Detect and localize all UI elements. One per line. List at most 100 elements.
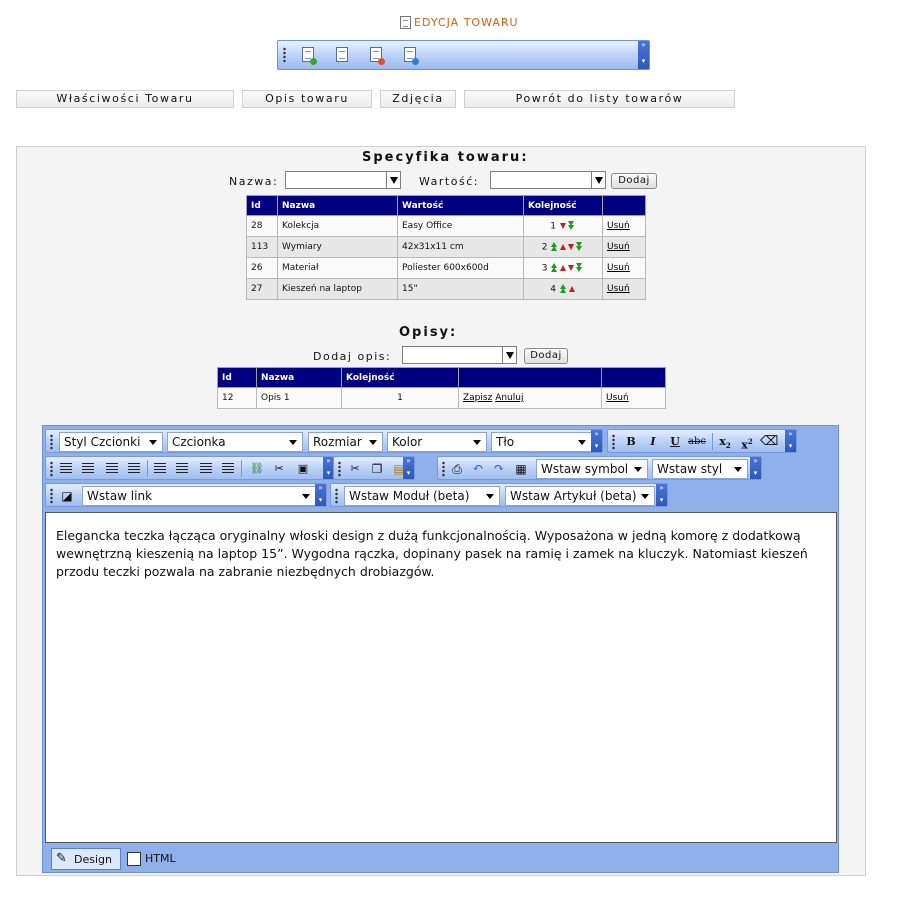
bullet-list-icon[interactable] <box>154 463 166 474</box>
move-bottom-icon[interactable] <box>567 220 575 231</box>
numbered-list-icon[interactable] <box>176 463 188 474</box>
delete-link[interactable]: Usuń <box>607 221 630 231</box>
superscript-icon[interactable]: x2 <box>738 433 756 452</box>
delete-link[interactable]: Usuń <box>607 242 630 252</box>
link-icon[interactable]: ⛓ <box>248 460 266 478</box>
undo-icon[interactable]: ↶ <box>469 460 487 478</box>
tab-design[interactable]: ✎ Design <box>51 848 121 870</box>
save-link[interactable]: Zapisz <box>463 393 492 403</box>
insert-symbol-select[interactable]: Wstaw symbol <box>536 459 648 479</box>
table-row: 27 Kieszeń na laptop 15" 4 Usuń <box>246 278 646 300</box>
align-justify-icon[interactable] <box>128 463 140 474</box>
move-down-icon[interactable] <box>559 222 566 229</box>
delete-link[interactable]: Usuń <box>607 263 630 273</box>
spec-value-select[interactable] <box>490 171 606 189</box>
template-icon[interactable]: ▦ <box>512 460 530 478</box>
insert-link-select[interactable]: Wstaw link <box>82 486 316 506</box>
toolbar-grip-icon[interactable] <box>50 434 53 450</box>
align-left-icon[interactable] <box>60 463 72 474</box>
toolbar-expand-icon[interactable]: » ▾ <box>750 457 761 479</box>
align-right-icon[interactable] <box>106 463 118 474</box>
bold-icon[interactable]: B <box>622 433 640 451</box>
cell-order: 2 <box>523 236 603 258</box>
tab-properties[interactable]: Właściwości Towaru <box>16 90 234 108</box>
color-select[interactable]: Kolor <box>387 432 487 452</box>
strikethrough-icon[interactable]: abc <box>686 433 708 451</box>
tab-photos[interactable]: Zdjęcia <box>380 90 456 108</box>
cell-id: 26 <box>246 257 278 279</box>
redo-icon[interactable]: ↷ <box>490 460 508 478</box>
move-down-icon[interactable] <box>568 243 575 250</box>
design-icon: ✎ <box>56 851 67 866</box>
spec-add-button[interactable]: Dodaj <box>611 173 657 189</box>
toolbar-grip-icon[interactable] <box>442 461 445 477</box>
delete-link[interactable]: Usuń <box>607 284 630 294</box>
desc-add-button[interactable]: Dodaj <box>524 348 568 364</box>
font-select[interactable]: Czcionka <box>167 432 303 452</box>
toolbar-expand-icon[interactable]: » ▾ <box>656 484 667 506</box>
indent-icon[interactable] <box>222 463 234 474</box>
tab-html[interactable]: HTML <box>123 848 187 870</box>
insert-style-select[interactable]: Wstaw styl <box>652 459 748 479</box>
spec-value-label: Wartość: <box>419 175 479 188</box>
italic-icon[interactable]: I <box>644 433 662 451</box>
page-title-text: EDYCJA TOWARU <box>414 15 519 29</box>
move-up-icon[interactable] <box>560 243 567 250</box>
toolbar-grip-icon[interactable] <box>283 47 286 63</box>
subscript-icon[interactable]: x2 <box>716 433 734 451</box>
toolbar-grip-icon[interactable] <box>50 461 53 477</box>
move-top-icon[interactable] <box>559 283 567 294</box>
cancel-link[interactable]: Anuluj <box>495 393 523 403</box>
edit-page-icon[interactable] <box>402 47 420 65</box>
font-style-select[interactable]: Styl Czcionki <box>59 432 163 452</box>
col-value: Wartość <box>397 195 524 216</box>
tab-description[interactable]: Opis towaru <box>242 90 372 108</box>
spec-name-select[interactable] <box>285 171 401 189</box>
image-icon[interactable]: ▣ <box>294 460 312 478</box>
toolbar-expand-icon[interactable]: » ▾ <box>638 41 649 69</box>
toolbar-grip-icon[interactable] <box>612 434 615 450</box>
move-down-icon[interactable] <box>568 264 575 271</box>
toolbar-expand-icon[interactable]: » ▾ <box>785 430 796 452</box>
clean-icon[interactable]: ◪ <box>58 487 76 505</box>
toolbar-grip-icon[interactable] <box>338 461 341 477</box>
toolbar-grip-icon[interactable] <box>335 488 338 504</box>
print-icon[interactable]: ⎙ <box>448 460 466 478</box>
copy-icon[interactable]: ❐ <box>368 460 386 478</box>
move-top-icon[interactable] <box>551 262 558 273</box>
insert-module-select[interactable]: Wstaw Moduł (beta) <box>344 486 500 506</box>
move-top-icon[interactable] <box>551 241 558 252</box>
cell-action: Usuń <box>602 278 646 300</box>
size-select[interactable]: Rozmiar <box>308 432 383 452</box>
delete-page-icon[interactable] <box>368 47 386 65</box>
tab-back-to-list[interactable]: Powrót do listy towarów <box>464 90 735 108</box>
editor-mode-bar: ✎ Design HTML <box>45 847 837 871</box>
toolbar-expand-icon[interactable]: » ▾ <box>403 457 414 479</box>
background-select[interactable]: Tło <box>491 432 592 452</box>
toolbar-expand-icon[interactable]: » ▾ <box>315 484 326 506</box>
move-bottom-icon[interactable] <box>576 262 583 273</box>
delete-link[interactable]: Usuń <box>606 393 629 403</box>
outdent-icon[interactable] <box>200 463 212 474</box>
move-up-icon[interactable] <box>568 285 575 292</box>
desc-add-select[interactable] <box>402 346 517 364</box>
editor-content[interactable]: Elegancka teczka łącząca oryginalny włos… <box>45 512 837 843</box>
underline-icon[interactable]: U <box>666 433 684 451</box>
page-icon[interactable] <box>334 47 352 65</box>
cell-order: 4 <box>523 278 603 300</box>
insert-article-select[interactable]: Wstaw Artykuł (beta) <box>505 486 655 506</box>
move-bottom-icon[interactable] <box>576 241 583 252</box>
eraser-icon[interactable]: ⌫ <box>760 433 778 451</box>
desc-add-label: Dodaj opis: <box>313 350 392 363</box>
unlink-icon[interactable]: ✂ <box>270 460 288 478</box>
cell-name: Kolekcja <box>277 215 398 237</box>
tab-html-label: HTML <box>145 852 176 865</box>
rich-text-editor: Styl Czcionki Czcionka Rozmiar Kolor Tło… <box>42 425 839 873</box>
move-up-icon[interactable] <box>560 264 567 271</box>
toolbar-grip-icon[interactable] <box>50 488 53 504</box>
cut-icon[interactable]: ✂ <box>346 460 364 478</box>
col-name: Nazwa <box>277 195 398 216</box>
new-page-icon[interactable] <box>300 47 318 65</box>
toolbar-expand-icon[interactable]: » ▾ <box>591 430 602 452</box>
align-center-icon[interactable] <box>82 463 94 474</box>
